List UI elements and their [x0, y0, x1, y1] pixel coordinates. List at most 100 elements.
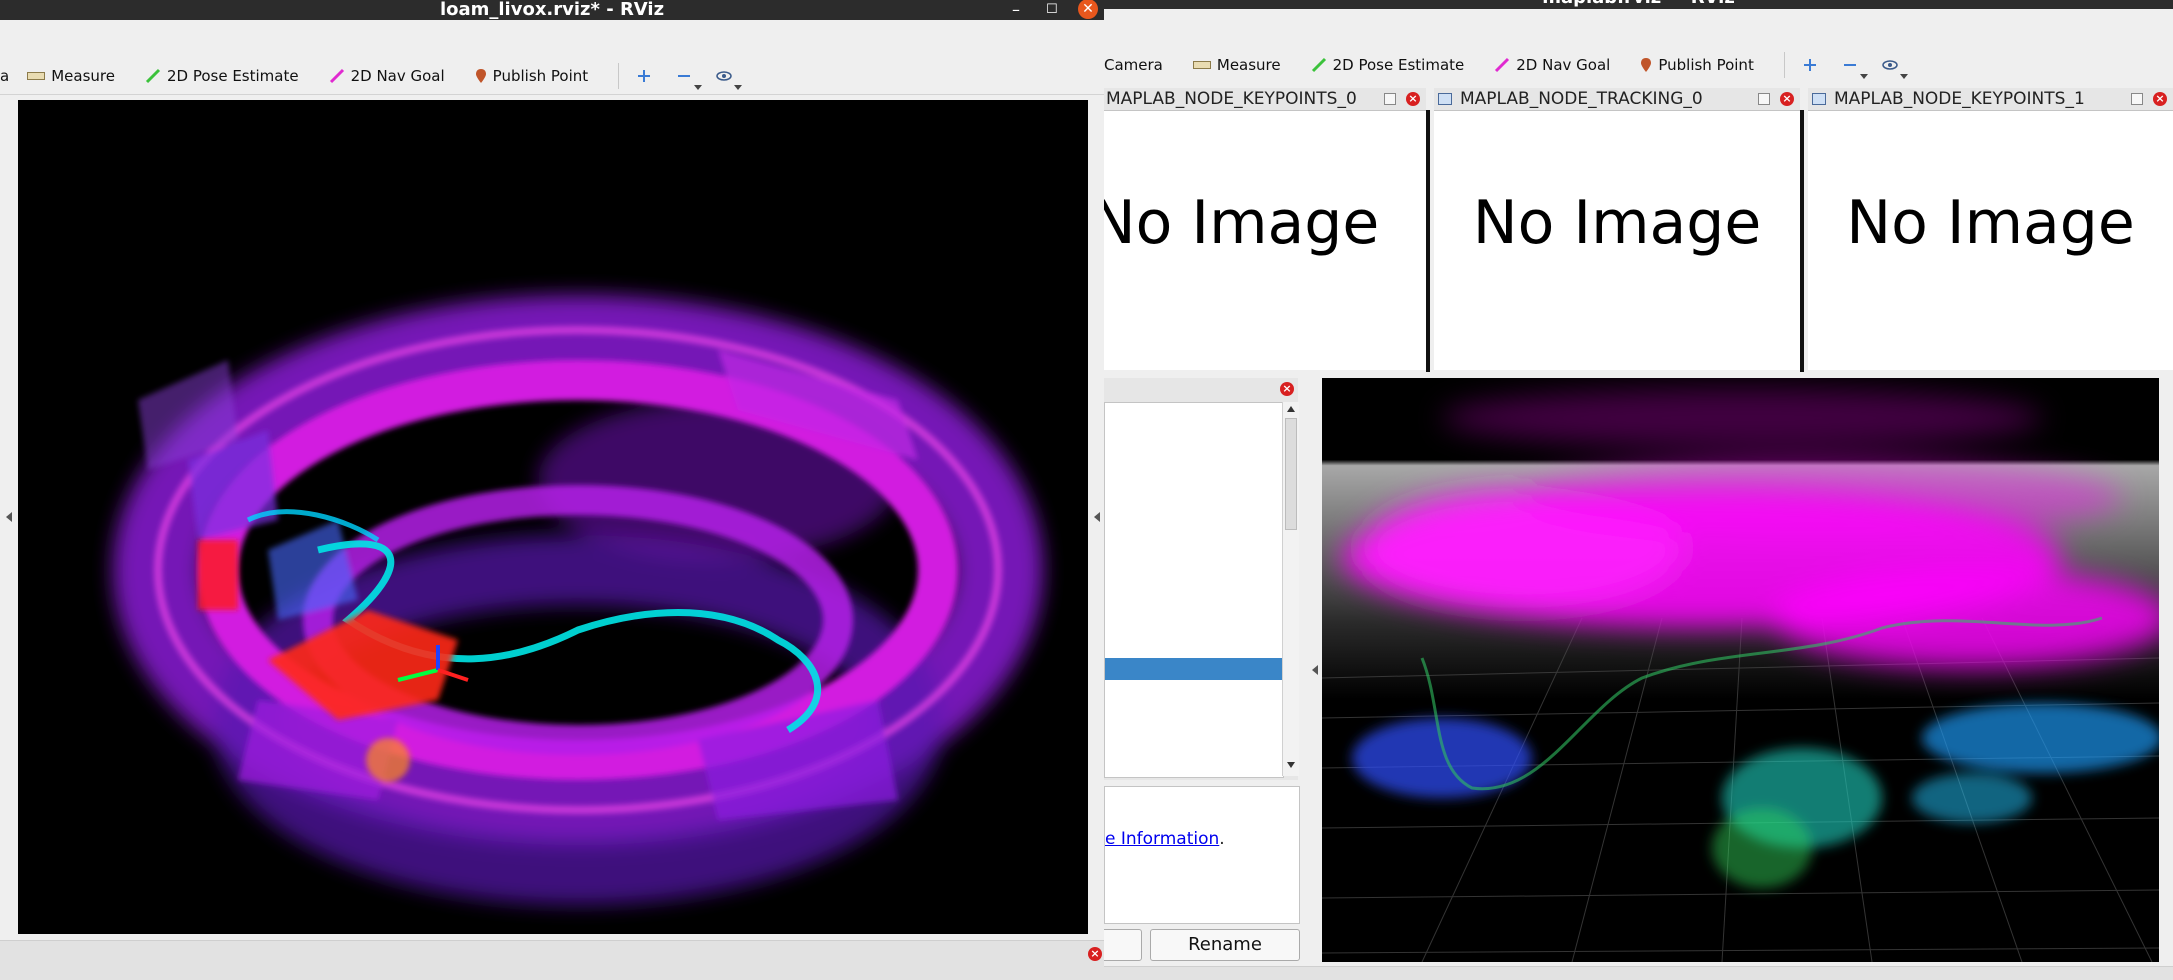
measure-tool[interactable]: Measure — [1192, 56, 1281, 74]
rename-button[interactable]: Rename — [1150, 929, 1300, 961]
publish-point-label: Publish Point — [492, 67, 589, 85]
publish-point-tool[interactable]: Publish Point — [1640, 56, 1754, 74]
panel-divider — [1426, 110, 1430, 372]
right-3d-viewport[interactable] — [1322, 378, 2159, 962]
pose-estimate-label: 2D Pose Estimate — [166, 67, 299, 85]
left-3d-viewport[interactable] — [18, 100, 1088, 934]
maximize-icon[interactable]: ☐ — [1046, 0, 1058, 20]
no-image-text: No Image — [1104, 188, 1380, 258]
green-arrow-icon — [145, 68, 161, 84]
nav-goal-tool[interactable]: 2D Nav Goal — [329, 67, 445, 85]
publish-point-tool[interactable]: Publish Point — [475, 67, 588, 85]
image-panel-icon — [1438, 93, 1452, 105]
zoom-in-button[interactable] — [1797, 54, 1823, 76]
dropdown-arrow-icon — [734, 85, 743, 90]
panel-close-icon[interactable]: × — [1780, 92, 1794, 106]
image-panel-icon — [1812, 93, 1826, 105]
scroll-up-icon[interactable] — [1287, 406, 1295, 412]
publish-point-label: Publish Point — [1658, 56, 1754, 74]
collapse-right-arrow-icon[interactable] — [1094, 512, 1100, 522]
image-panel-title: MAPLAB_NODE_KEYPOINTS_1 — [1834, 89, 2085, 109]
left-rviz-window: loam_livox.rviz* - RViz – ☐ ✕ a Measure … — [0, 0, 1104, 980]
left-bottom-panel: × — [0, 940, 1104, 980]
eye-icon — [1882, 60, 1898, 70]
view-button[interactable] — [711, 65, 743, 90]
image-panel-tracking-0: MAPLAB_NODE_TRACKING_0 × No Image — [1434, 88, 1800, 370]
magenta-arrow-icon — [329, 68, 344, 84]
bottom-strip — [1104, 966, 2173, 980]
scroll-down-icon[interactable] — [1287, 762, 1295, 768]
minus-icon — [1843, 64, 1856, 66]
no-image-text: No Image — [1846, 188, 2135, 258]
no-image-text: No Image — [1472, 188, 1762, 258]
green-arrow-icon — [1311, 57, 1326, 73]
nav-goal-label: 2D Nav Goal — [350, 67, 445, 85]
magenta-arrow-icon — [1495, 57, 1510, 73]
scroll-thumb[interactable] — [1285, 418, 1297, 530]
plus-icon — [1803, 59, 1816, 71]
pose-estimate-label: 2D Pose Estimate — [1332, 56, 1465, 74]
map-pin-icon — [475, 69, 486, 83]
image-panel-header: MAPLAB_NODE_TRACKING_0 × — [1434, 88, 1800, 111]
collapse-left-arrow-icon[interactable] — [6, 512, 12, 522]
image-panel-header: MAPLAB_NODE_KEYPOINTS_0 × — [1104, 88, 1426, 111]
image-panel-title: MAPLAB_NODE_KEYPOINTS_0 — [1106, 89, 1357, 109]
map-pin-icon — [1641, 58, 1652, 72]
dropdown-arrow-icon — [1899, 74, 1908, 79]
minimize-icon[interactable]: – — [1012, 0, 1020, 20]
undock-icon[interactable] — [2131, 93, 2143, 105]
eye-icon — [716, 71, 732, 81]
minus-icon — [678, 75, 691, 77]
left-title-bar: loam_livox.rviz* - RViz – ☐ ✕ — [0, 0, 1104, 20]
ruler-icon — [27, 72, 46, 80]
displays-panel: × — [1104, 378, 1299, 780]
list-row-selected[interactable] — [1105, 658, 1283, 680]
help-text: e Information. — [1105, 829, 1225, 849]
view-button[interactable] — [1877, 54, 1908, 79]
image-panel-header: MAPLAB_NODE_KEYPOINTS_1 × — [1808, 88, 2173, 111]
panel-close-icon[interactable]: × — [1406, 92, 1420, 106]
collapse-left-arrow-icon[interactable] — [1312, 665, 1318, 675]
toolbar-separator — [1783, 52, 1785, 78]
pose-estimate-tool[interactable]: 2D Pose Estimate — [145, 67, 299, 85]
toolbar-separator — [618, 63, 620, 89]
panel-close-icon[interactable]: × — [2153, 92, 2167, 106]
camera-label: Camera — [1104, 56, 1163, 74]
help-panel: e Information. — [1104, 786, 1300, 924]
undock-icon[interactable] — [1384, 93, 1396, 105]
right-toolbar: Camera Measure 2D Pose Estimate 2D Nav G… — [1104, 48, 2173, 82]
tool-partial-label: a — [0, 67, 10, 85]
pose-estimate-tool[interactable]: 2D Pose Estimate — [1311, 56, 1465, 74]
help-link[interactable]: e Information — [1105, 829, 1219, 849]
zoom-in-button[interactable] — [631, 65, 657, 87]
camera-tool[interactable]: Camera — [1104, 56, 1163, 74]
close-icon[interactable]: ✕ — [1078, 0, 1098, 19]
nav-goal-tool[interactable]: 2D Nav Goal — [1494, 56, 1610, 74]
zoom-out-button[interactable] — [1837, 54, 1868, 79]
panel-close-icon[interactable]: × — [1280, 382, 1294, 396]
measure-label: Measure — [1216, 56, 1281, 74]
loam-point-cloud — [113, 295, 1043, 905]
displays-list[interactable] — [1104, 402, 1284, 778]
left-toolbar: a Measure 2D Pose Estimate 2D Nav Goal P… — [0, 58, 1104, 95]
dropdown-arrow-icon — [694, 85, 703, 90]
image-panel-keypoints-1: MAPLAB_NODE_KEYPOINTS_1 × No Image — [1808, 88, 2173, 370]
list-scrollbar[interactable] — [1282, 402, 1299, 776]
measure-label: Measure — [51, 67, 115, 85]
nav-goal-label: 2D Nav Goal — [1516, 56, 1611, 74]
right-title-bar: maplab.rviz* - RViz — [1104, 0, 2173, 9]
right-window-title: maplab.rviz* - RViz — [1542, 0, 1735, 8]
partial-button[interactable] — [1104, 929, 1142, 961]
measure-tool[interactable]: Measure — [27, 67, 115, 85]
panel-close-icon[interactable]: × — [1088, 947, 1102, 961]
undock-icon[interactable] — [1758, 93, 1770, 105]
image-panel-keypoints-0: MAPLAB_NODE_KEYPOINTS_0 × No Image — [1104, 88, 1426, 370]
plus-icon — [638, 70, 651, 82]
tool-partial[interactable]: a — [0, 67, 9, 85]
right-rviz-window: maplab.rviz* - RViz Camera Measure 2D Po… — [1104, 0, 2173, 980]
help-punct: . — [1219, 829, 1225, 849]
dropdown-arrow-icon — [1859, 74, 1868, 79]
maplab-point-cloud — [1322, 378, 2159, 962]
zoom-out-button[interactable] — [671, 65, 703, 90]
image-panel-title: MAPLAB_NODE_TRACKING_0 — [1460, 89, 1703, 109]
